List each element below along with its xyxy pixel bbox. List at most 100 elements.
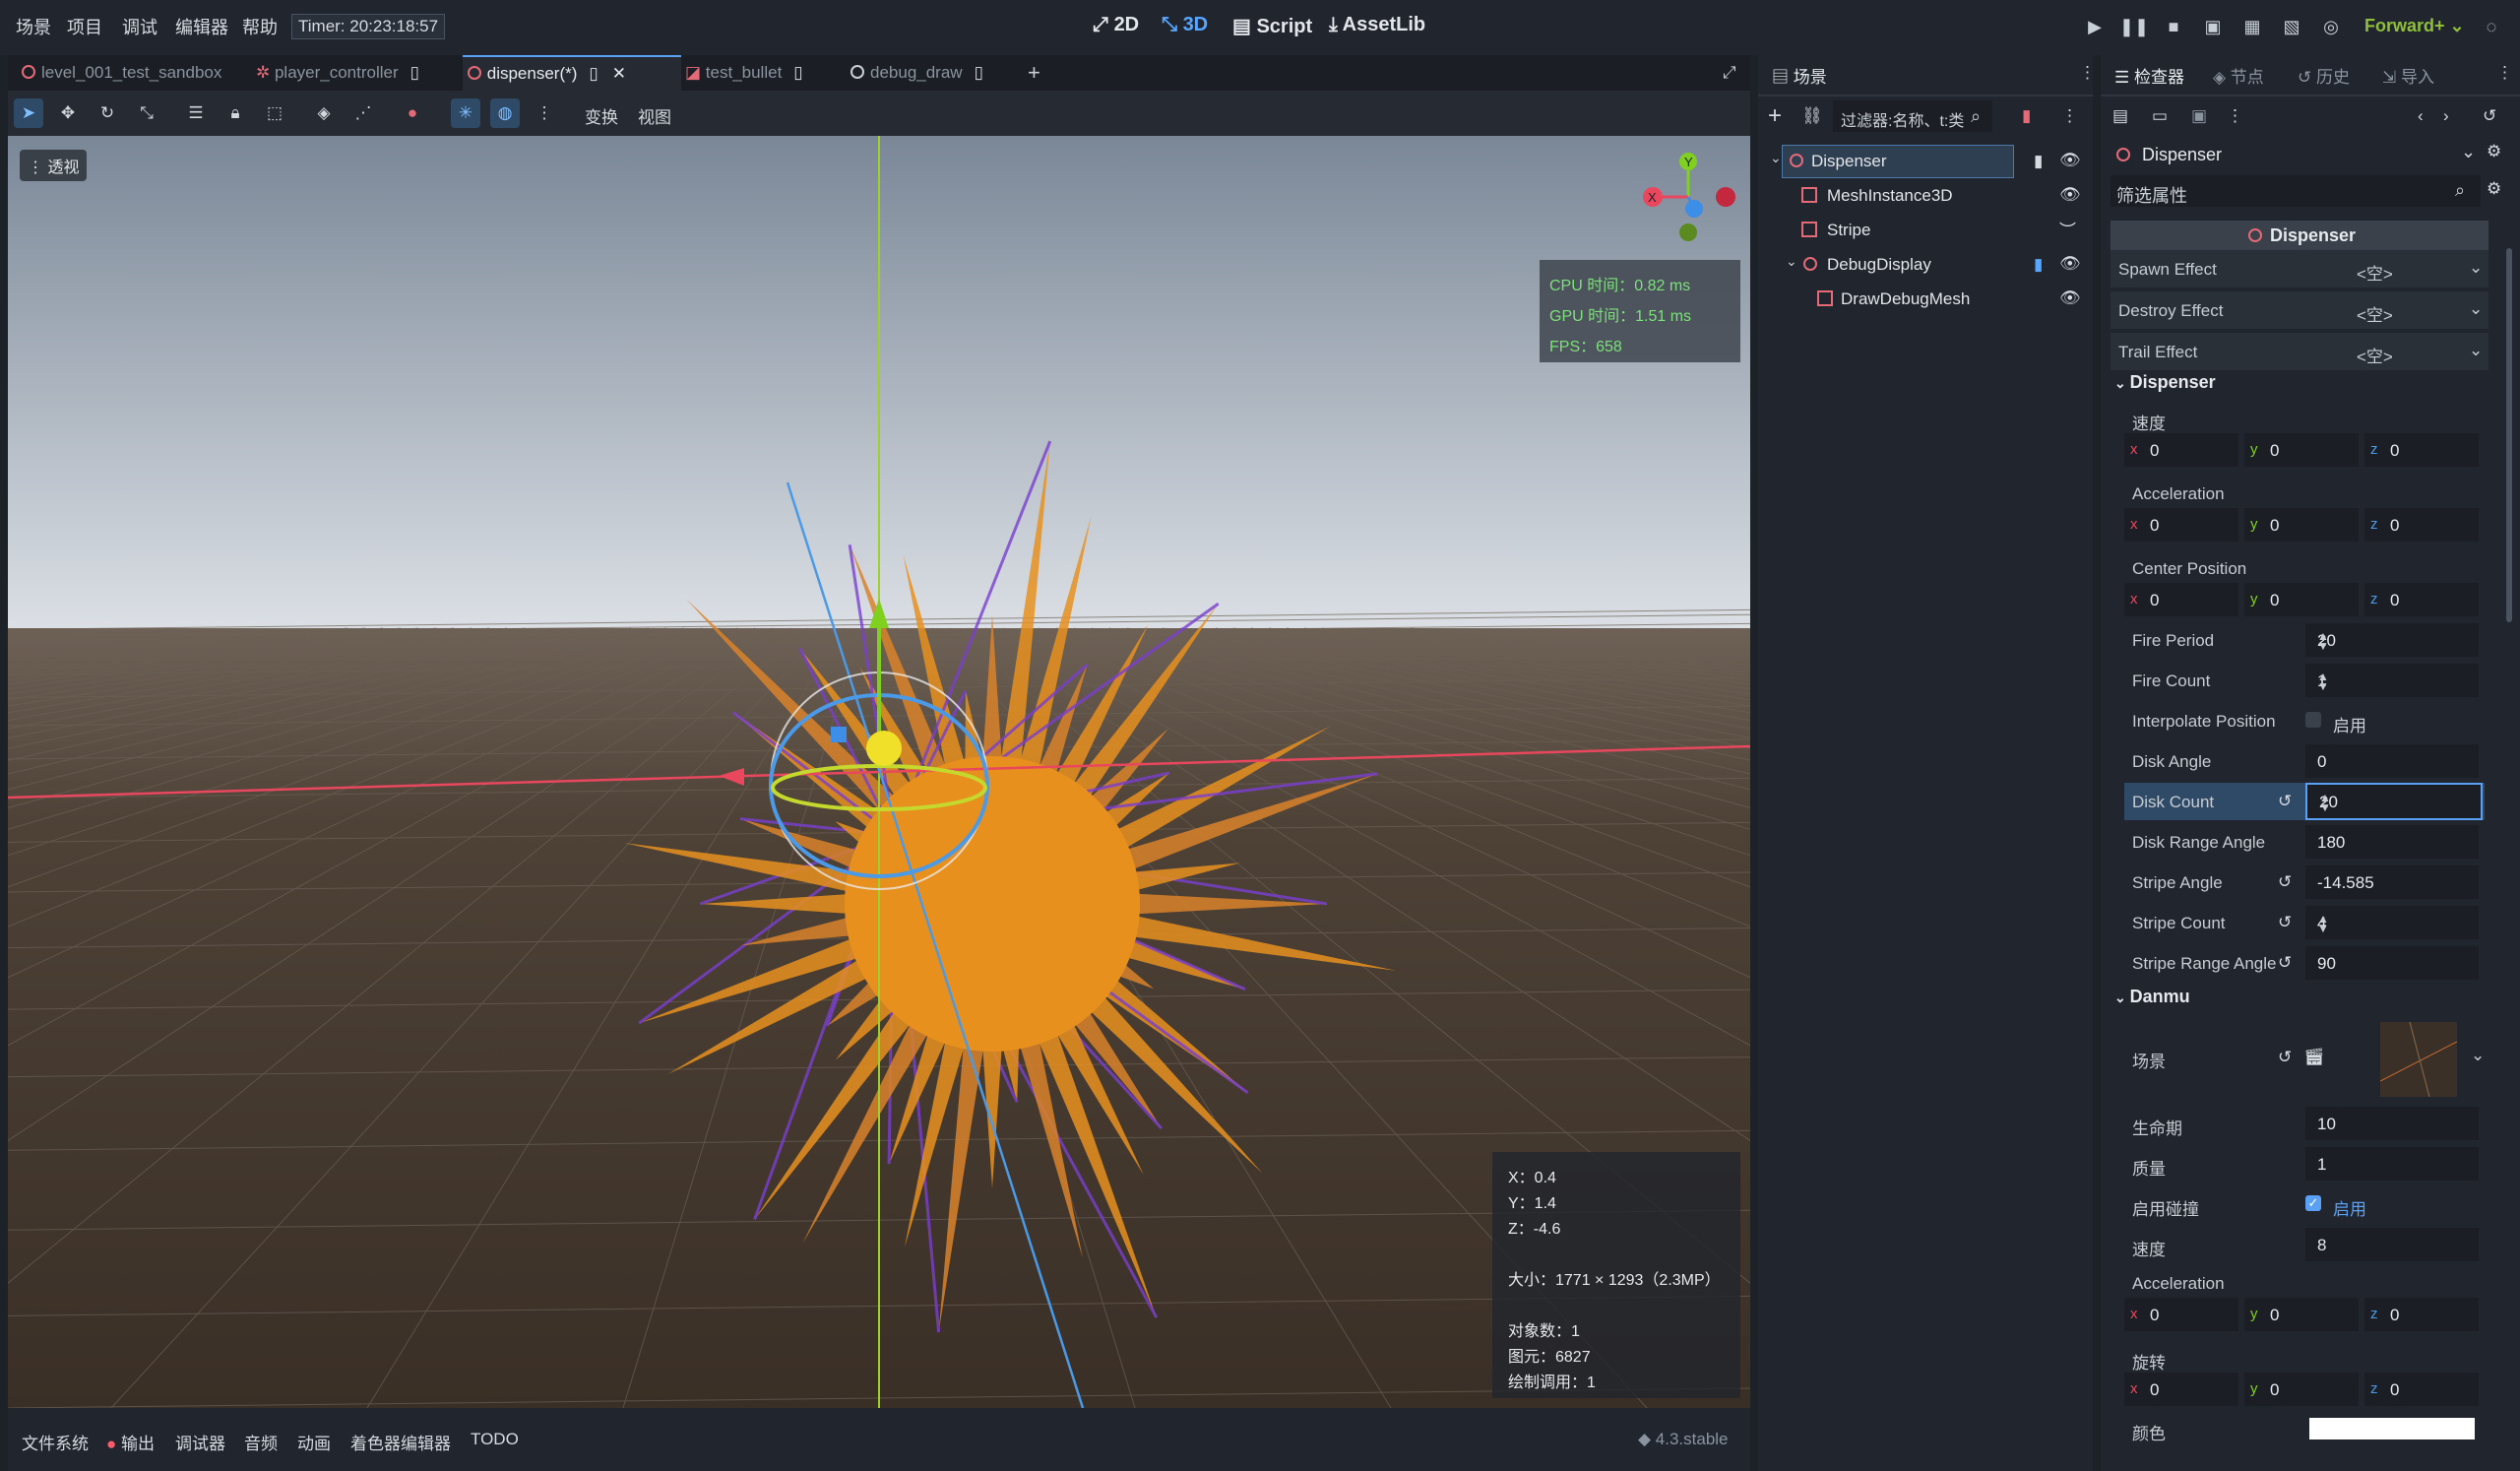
tab-animation[interactable]: 动画: [297, 1430, 331, 1454]
stop-icon[interactable]: ■: [2161, 14, 2186, 39]
node-filter-input[interactable]: 过滤器:名称、t:类 ⌕: [1833, 100, 1992, 132]
tab-import[interactable]: ⇲ 导入: [2382, 63, 2434, 88]
add-tab-icon[interactable]: +: [1028, 55, 1040, 91]
add-node-icon[interactable]: +: [1768, 102, 1782, 130]
danmu-accel-x-field[interactable]: x0: [2124, 1298, 2238, 1331]
tab-filesystem[interactable]: 文件系统: [22, 1430, 89, 1454]
local-space-icon[interactable]: ✳: [451, 98, 480, 128]
reset-icon[interactable]: ↺: [2278, 792, 2292, 811]
speed-z-field[interactable]: z0: [2364, 433, 2479, 467]
center-z-field[interactable]: z0: [2364, 583, 2479, 616]
tab-debugger[interactable]: 调试器: [175, 1430, 225, 1454]
play-custom-icon[interactable]: ▧: [2279, 14, 2304, 39]
stripe-angle-field[interactable]: -14.585: [2305, 865, 2479, 899]
acceleration-x-field[interactable]: x0: [2124, 508, 2238, 542]
disk-count-field[interactable]: 20 ▲ ▼: [2305, 783, 2483, 820]
lifetime-field[interactable]: 10: [2305, 1107, 2479, 1140]
tree-node-meshinstance3d[interactable]: MeshInstance3D 👁︎: [1758, 178, 2093, 212]
chevron-down-icon[interactable]: ⌄: [2471, 1046, 2485, 1065]
menu-help[interactable]: 帮助: [242, 14, 278, 39]
tab-scene[interactable]: ▤ 场景: [1772, 63, 1827, 88]
tab-node[interactable]: ◈ 节点: [2213, 63, 2264, 88]
rotation-x-field[interactable]: x0: [2124, 1373, 2238, 1406]
property-filter-input[interactable]: 筛选属性 ⌕: [2110, 175, 2481, 207]
reset-icon[interactable]: ↺: [2278, 872, 2292, 892]
visibility-eye-icon[interactable]: 👁︎: [2059, 254, 2081, 274]
center-x-field[interactable]: x0: [2124, 583, 2238, 616]
danmu-accel-z-field[interactable]: z0: [2364, 1298, 2479, 1331]
snap-icon[interactable]: ⋰: [348, 98, 378, 128]
perspective-menu[interactable]: ⋮ 透视: [20, 150, 88, 181]
list-select-icon[interactable]: ☰: [181, 98, 211, 128]
menu-debug[interactable]: 调试: [122, 14, 158, 39]
save-icon[interactable]: ▣: [2191, 106, 2207, 126]
speed-x-field[interactable]: x0: [2124, 433, 2238, 467]
tab-player-controller[interactable]: ✲ player_controller ▯: [256, 55, 419, 91]
play-scene-icon[interactable]: ▦: [2239, 14, 2265, 39]
tree-node-stripe[interactable]: Stripe ︶: [1758, 213, 2093, 246]
remote-debug-icon[interactable]: ▣: [2200, 14, 2226, 39]
scene-options-icon[interactable]: ⋮: [2061, 106, 2078, 126]
disk-range-angle-field[interactable]: 180: [2305, 825, 2479, 859]
movie-maker-icon[interactable]: ◎: [2318, 14, 2344, 39]
tab-output[interactable]: ● 输出: [106, 1430, 155, 1454]
reset-icon[interactable]: ↺: [2278, 913, 2292, 932]
script-icon[interactable]: ▮: [2034, 152, 2043, 171]
acceleration-y-field[interactable]: y0: [2244, 508, 2359, 542]
attach-script-icon[interactable]: ▮: [2022, 106, 2031, 126]
danmu-accel-y-field[interactable]: y0: [2244, 1298, 2359, 1331]
menu-project[interactable]: 项目: [67, 14, 102, 39]
danmu-speed-field[interactable]: 8: [2305, 1228, 2479, 1261]
tree-node-dispenser[interactable]: ⌄ Dispenser ▮ 👁︎: [1758, 144, 2093, 178]
new-resource-icon[interactable]: ▤: [2112, 106, 2128, 126]
close-icon[interactable]: ✕: [612, 64, 626, 83]
tab-history[interactable]: ↺ 历史: [2298, 63, 2350, 88]
view-menu[interactable]: 视图: [638, 103, 671, 128]
trail-effect-row[interactable]: Trail Effect <空> ⌄: [2110, 333, 2488, 370]
destroy-effect-row[interactable]: Destroy Effect <空> ⌄: [2110, 291, 2488, 329]
move-tool-icon[interactable]: ✥: [53, 98, 83, 128]
section-dispenser[interactable]: ⌄ Dispenser: [2114, 372, 2498, 402]
hidden-eye-icon[interactable]: ︶: [2059, 217, 2076, 241]
visibility-eye-icon[interactable]: 👁︎: [2059, 151, 2081, 170]
fire-count-field[interactable]: 1 ▲ ▼: [2305, 664, 2479, 697]
tab-dispenser[interactable]: dispenser(*) ▯ ✕: [463, 55, 681, 91]
mode-assetlib-button[interactable]: ⤓ AssetLib: [1329, 14, 1425, 36]
dock-menu-icon[interactable]: ⋮: [2496, 63, 2513, 83]
history-icon[interactable]: ↺: [2483, 106, 2496, 126]
spawn-effect-row[interactable]: Spawn Effect <空> ⌄: [2110, 250, 2488, 288]
inspector-scrollbar[interactable]: [2506, 248, 2512, 622]
disk-angle-field[interactable]: 0: [2305, 744, 2479, 778]
clapperboard-icon[interactable]: 🎬︎: [2303, 1048, 2325, 1067]
inspector-options-icon[interactable]: ⋮: [2227, 106, 2243, 126]
transform-menu[interactable]: 变换: [585, 103, 618, 128]
speed-y-field[interactable]: y0: [2244, 433, 2359, 467]
open-folder-icon[interactable]: ▭: [2152, 106, 2168, 126]
collision-checkbox[interactable]: ✓: [2305, 1195, 2321, 1211]
forward-icon[interactable]: ›: [2443, 106, 2449, 126]
spinner-icon[interactable]: ▲ ▼: [2317, 630, 2471, 652]
renderer-select[interactable]: Forward+ ⌄: [2364, 16, 2465, 36]
spinner-icon[interactable]: ▲ ▼: [2317, 913, 2471, 934]
ruler-icon[interactable]: ◈: [309, 98, 339, 128]
rotation-y-field[interactable]: y0: [2244, 1373, 2359, 1406]
object-settings-icon[interactable]: ⚙: [2487, 142, 2501, 161]
camera-override-icon[interactable]: ●: [398, 98, 427, 128]
instance-scene-icon[interactable]: ⛓: [1801, 106, 1823, 126]
scene-preview-thumbnail[interactable]: [2379, 1021, 2458, 1098]
distraction-free-icon[interactable]: ⤢: [1723, 55, 1736, 91]
interpolate-checkbox[interactable]: [2305, 712, 2321, 728]
rotation-z-field[interactable]: z0: [2364, 1373, 2479, 1406]
menu-editor[interactable]: 编辑器: [175, 14, 228, 39]
tab-test-bullet[interactable]: ◪ test_bullet ▯: [685, 55, 803, 91]
tree-node-drawdebugmesh[interactable]: DrawDebugMesh 👁︎: [1758, 282, 2093, 315]
scale-tool-icon[interactable]: ⤡: [132, 98, 161, 128]
spinner-icon[interactable]: ▲ ▼: [2319, 792, 2473, 813]
acceleration-z-field[interactable]: z0: [2364, 508, 2479, 542]
3d-viewport[interactable]: Y X ⋮ 透视 CPU 时间：0.82 ms GPU 时间：1.51 ms F…: [8, 136, 1750, 1408]
tab-shader-editor[interactable]: 着色器编辑器: [350, 1430, 451, 1454]
collapse-icon[interactable]: ⌄: [1786, 253, 1797, 270]
visibility-eye-icon[interactable]: 👁︎: [2059, 288, 2081, 308]
fire-period-field[interactable]: 20 ▲ ▼: [2305, 623, 2479, 657]
object-selector[interactable]: Dispenser ⌄: [2110, 138, 2481, 169]
